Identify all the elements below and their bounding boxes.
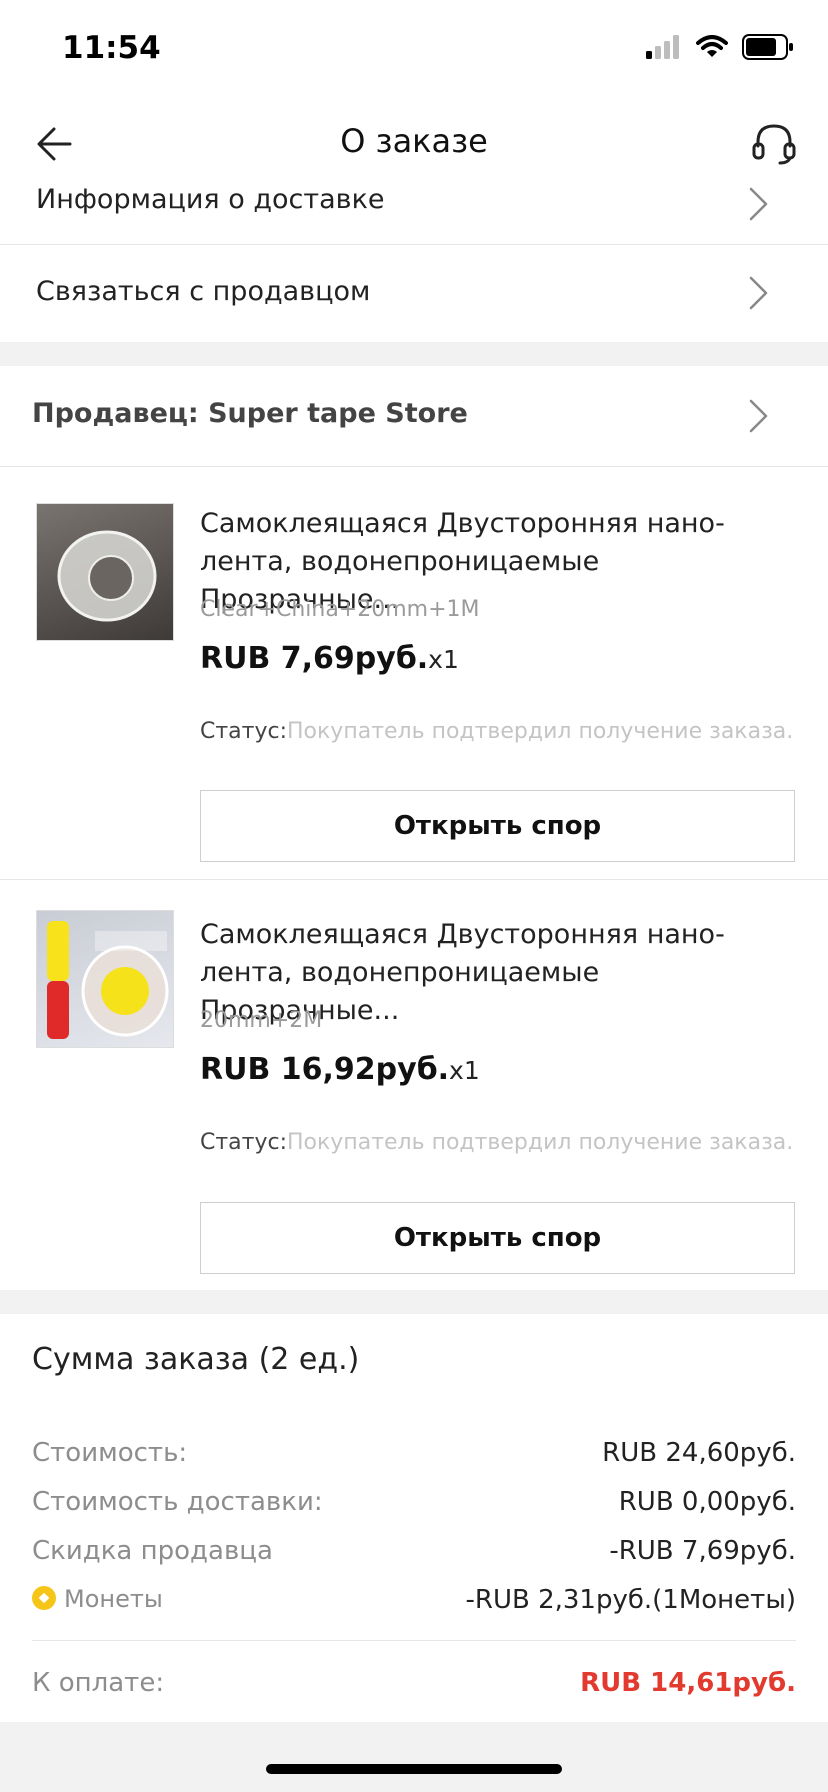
seller-name: Продавец: Super tape Store [32, 398, 468, 429]
summary-label: Стоимость: [32, 1438, 188, 1468]
summary-title: Сумма заказа (2 ед.) [32, 1342, 360, 1377]
product-item: Самоклеящаяся Двусторонняя нано-лента, в… [0, 880, 828, 1290]
signal-icon [646, 35, 679, 59]
home-indicator[interactable] [266, 1764, 562, 1774]
battery-icon [742, 34, 793, 60]
product-status: Статус:Покупатель подтвердил получение з… [200, 719, 793, 744]
order-card: Продавец: Super tape Store Самоклеящаяся… [0, 366, 828, 1290]
product-price: RUB 7,69руб. [200, 641, 429, 676]
product-qty: x1 [449, 1056, 480, 1085]
nav-bar: О заказе [0, 100, 828, 190]
product-thumbnail[interactable] [36, 503, 174, 641]
summary-value: RUB 24,60руб. [602, 1438, 796, 1468]
status-value: Покупатель подтвердил получение заказа. [287, 1130, 794, 1155]
product-price: RUB 16,92руб. [200, 1052, 450, 1087]
total-value: RUB 14,61руб. [580, 1668, 796, 1698]
product-price-line: RUB 7,69руб.x1 [200, 641, 459, 676]
product-variant: Clear+China+20mm+1M [200, 597, 480, 622]
seller-row[interactable]: Продавец: Super tape Store [0, 366, 828, 466]
delivery-info-row[interactable]: Информация о доставке [0, 184, 828, 244]
chevron-right-icon [749, 399, 768, 433]
status-time: 11:54 [62, 30, 161, 66]
delivery-info-label: Информация о доставке [36, 184, 385, 215]
product-status: Статус:Покупатель подтвердил получение з… [200, 1130, 793, 1155]
summary-row-cost: Стоимость: RUB 24,60руб. [32, 1438, 796, 1468]
product-qty: x1 [428, 645, 459, 674]
open-dispute-button[interactable]: Открыть спор [200, 790, 795, 862]
coin-icon [32, 1586, 56, 1610]
divider [32, 1640, 796, 1641]
order-summary: Сумма заказа (2 ед.) Стоимость: RUB 24,6… [0, 1314, 828, 1722]
chevron-right-icon [749, 187, 768, 221]
headset-icon[interactable] [748, 116, 800, 168]
summary-label: Стоимость доставки: [32, 1487, 323, 1517]
product-item: Самоклеящаяся Двусторонняя нано-лента, в… [0, 467, 828, 879]
summary-row-total: К оплате: RUB 14,61руб. [32, 1668, 796, 1698]
chevron-right-icon [749, 276, 768, 310]
product-price-line: RUB 16,92руб.x1 [200, 1052, 480, 1087]
wifi-icon [696, 35, 728, 57]
contact-seller-label: Связаться с продавцом [36, 276, 371, 307]
status-value: Покупатель подтвердил получение заказа. [287, 719, 794, 744]
summary-value: -RUB 7,69руб. [609, 1536, 796, 1566]
total-label: К оплате: [32, 1668, 165, 1698]
tape-package-image [47, 921, 169, 1039]
summary-value: RUB 0,00руб. [618, 1487, 796, 1517]
status-label: Статус: [200, 719, 288, 744]
page-title: О заказе [340, 122, 488, 160]
product-variant: 20mm+2M [200, 1008, 323, 1033]
status-bar: 11:54 [0, 0, 828, 100]
summary-row-shipping: Стоимость доставки: RUB 0,00руб. [32, 1487, 796, 1517]
open-dispute-button[interactable]: Открыть спор [200, 1202, 795, 1274]
summary-label: Монеты [64, 1585, 163, 1613]
status-label: Статус: [200, 1130, 288, 1155]
product-thumbnail[interactable] [36, 910, 174, 1048]
contact-seller-row[interactable]: Связаться с продавцом [0, 245, 828, 342]
tape-roll-image [57, 530, 157, 622]
status-icons [646, 34, 794, 60]
summary-row-discount: Скидка продавца -RUB 7,69руб. [32, 1536, 796, 1566]
summary-label-coins: Монеты [32, 1585, 163, 1615]
summary-row-coins: Монеты -RUB 2,31руб.(1Монеты) [32, 1585, 796, 1615]
summary-value: -RUB 2,31руб.(1Монеты) [465, 1585, 797, 1615]
summary-label: Скидка продавца [32, 1536, 273, 1566]
